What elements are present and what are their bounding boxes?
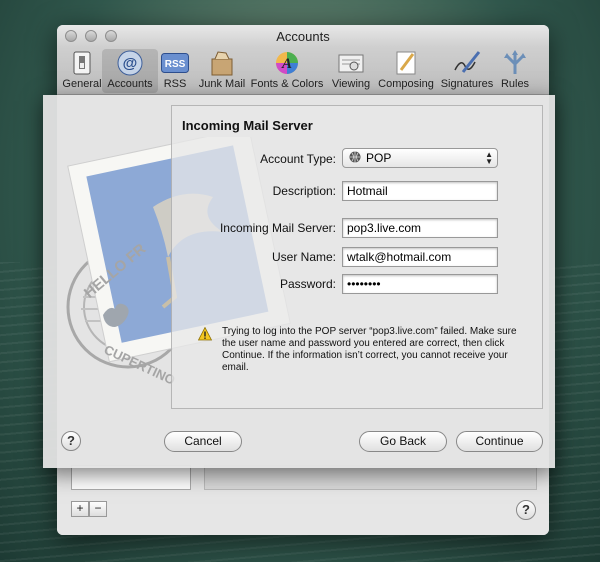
at-glyph: @ (123, 55, 138, 72)
toolbar-label: Signatures (440, 78, 494, 90)
panel-heading: Incoming Mail Server (182, 118, 313, 133)
toolbar-label: Rules (500, 78, 530, 90)
at-icon: @ (116, 49, 144, 77)
toolbar-label: Viewing (331, 78, 371, 90)
switch-icon (68, 49, 96, 77)
signatures-icon (453, 49, 481, 77)
toolbar-label: Composing (378, 78, 434, 90)
incoming-server-label: Incoming Mail Server: (219, 221, 336, 235)
junk-mail-icon (208, 49, 236, 77)
account-detail-area (204, 465, 537, 490)
incoming-server-field[interactable] (342, 218, 498, 238)
description-label: Description: (272, 184, 336, 198)
svg-text:A: A (281, 56, 292, 72)
incoming-server-panel: Incoming Mail Server Account Type: POP ▲… (171, 105, 543, 409)
cancel-button[interactable]: Cancel (164, 431, 242, 452)
toolbar-label: General (62, 78, 102, 90)
warning-message: Trying to log into the POP server “pop3.… (222, 326, 517, 373)
warning-icon (198, 327, 212, 341)
toolbar-fonts-colors[interactable]: A Fonts & Colors (251, 49, 323, 90)
username-field[interactable] (342, 247, 498, 267)
toolbar-label: Junk Mail (198, 78, 246, 90)
title-bar[interactable]: Accounts (57, 25, 549, 47)
add-remove-controls: + − (71, 501, 107, 517)
stepper-arrows-icon: ▲ ▼ (485, 150, 493, 166)
login-warning: Trying to log into the POP server “pop3.… (198, 326, 528, 374)
password-label: Password: (279, 277, 336, 291)
username-label: User Name: (271, 250, 336, 264)
password-field[interactable] (342, 274, 498, 294)
toolbar-label: Fonts & Colors (250, 78, 324, 90)
accounts-list[interactable] (71, 465, 191, 490)
account-type-select[interactable]: POP ▲ ▼ (342, 148, 498, 168)
go-back-button[interactable]: Go Back (359, 431, 447, 452)
remove-account-button[interactable]: − (89, 501, 107, 517)
toolbar-rules[interactable]: Rules (487, 49, 543, 90)
account-setup-sheet: HELLO FR CUPERTINO Incoming Mail Server … (43, 95, 555, 468)
composing-icon (392, 49, 420, 77)
viewing-icon (337, 49, 365, 77)
window-help-button[interactable]: ? (516, 500, 536, 520)
toolbar-label: RSS (163, 78, 187, 90)
window-title: Accounts (276, 29, 330, 44)
toolbar-label: Accounts (107, 78, 153, 90)
description-field[interactable] (342, 181, 498, 201)
rules-icon (501, 49, 529, 77)
preferences-toolbar: General @ Accounts RSS RSS Junk Mail A F… (57, 47, 549, 95)
toolbar-composing[interactable]: Composing (378, 49, 434, 90)
account-type-label: Account Type: (260, 152, 336, 166)
toolbar-junk-mail[interactable]: Junk Mail (194, 49, 250, 90)
rss-badge-text: RSS (165, 59, 186, 70)
account-type-value: POP (366, 151, 392, 165)
toolbar-viewing[interactable]: Viewing (323, 49, 379, 90)
globe-icon (349, 151, 361, 166)
rss-icon: RSS (161, 49, 189, 77)
fonts-colors-icon: A (273, 49, 301, 77)
sheet-help-button[interactable]: ? (61, 431, 81, 451)
continue-button[interactable]: Continue (456, 431, 543, 452)
add-account-button[interactable]: + (71, 501, 89, 517)
